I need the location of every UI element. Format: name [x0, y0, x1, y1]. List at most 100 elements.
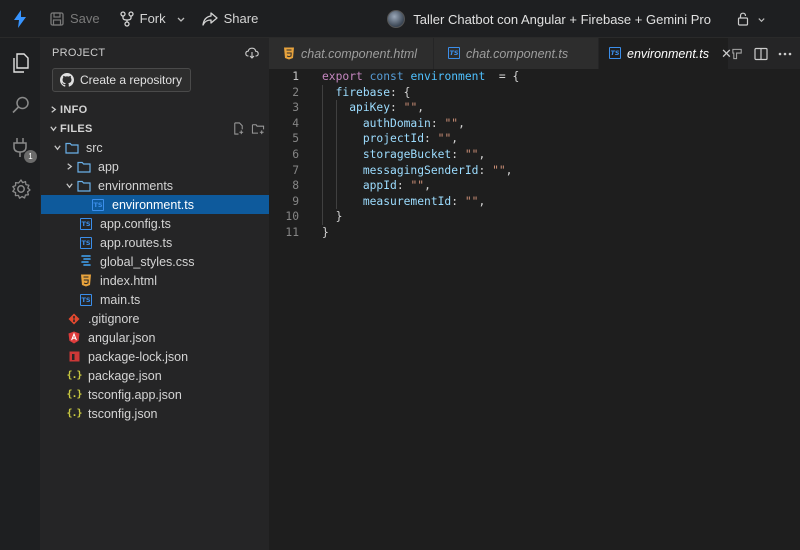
string-literal: "" [403, 101, 418, 115]
tree-item-label: tsconfig.app.json [88, 387, 182, 402]
folder-icon [76, 159, 92, 175]
tab-chat-component-html[interactable]: chat.component.html [269, 38, 434, 69]
npm-icon [66, 349, 82, 365]
tree-item-app[interactable]: app [41, 157, 269, 176]
property-name: appId [362, 179, 397, 193]
line-number: 3 [292, 101, 299, 115]
line-number: 9 [292, 194, 299, 208]
property-name: authDomain [362, 116, 431, 130]
stackblitz-logo-icon[interactable] [0, 0, 40, 38]
new-file-icon[interactable] [232, 122, 245, 135]
string-literal: "" [410, 179, 425, 193]
tab-chat-component-ts[interactable]: TS chat.component.ts [434, 38, 599, 69]
json-icon: {.} [66, 408, 82, 419]
tree-item-index-html[interactable]: index.html [41, 271, 269, 290]
string-literal: "" [464, 147, 479, 161]
split-editor-icon[interactable] [754, 47, 768, 61]
lock-icon[interactable] [737, 12, 749, 26]
info-section-header[interactable]: INFO [41, 100, 269, 119]
share-button[interactable]: Share [192, 0, 269, 38]
string-literal: "" [464, 194, 479, 208]
project-header: PROJECT [41, 38, 269, 68]
chevron-down-icon [177, 17, 185, 22]
chevron-right-icon [62, 162, 76, 171]
keyword: export [322, 70, 363, 83]
chevron-down-icon [46, 124, 60, 133]
line-number: 1 [292, 70, 299, 83]
tree-item-tsconfig-app-json[interactable]: {.} tsconfig.app.json [41, 385, 269, 404]
avatar[interactable] [387, 10, 406, 28]
tree-item-main-ts[interactable]: TS main.ts [41, 290, 269, 309]
save-button[interactable]: Save [40, 0, 110, 38]
typescript-icon: TS [448, 47, 460, 59]
tree-item-package-json[interactable]: {.} package.json [41, 366, 269, 385]
tree-item-gitignore[interactable]: .gitignore [41, 309, 269, 328]
punctuation: { [403, 85, 411, 99]
typescript-icon: TS [92, 198, 104, 211]
code-line: 3 apiKey: "", [269, 100, 800, 116]
chevron-down-icon [62, 181, 76, 190]
tree-item-angular-json[interactable]: angular.json [41, 328, 269, 347]
files-section-header[interactable]: FILES [41, 119, 269, 138]
top-bar: Save Fork Share Taller Chatbot con Angul… [0, 0, 800, 38]
extensions-button[interactable]: 1 [0, 126, 41, 168]
chevron-down-icon[interactable] [757, 15, 766, 24]
new-folder-icon[interactable] [251, 122, 265, 135]
fork-options-dropdown[interactable] [170, 0, 192, 38]
tree-item-app-routes-ts[interactable]: TS app.routes.ts [41, 233, 269, 252]
chevron-down-icon [50, 143, 64, 152]
fork-label: Fork [139, 11, 166, 26]
explorer-button[interactable] [0, 42, 41, 84]
code-editor[interactable]: 1 export const environment = { 2 firebas… [269, 69, 800, 550]
punctuation: : [478, 163, 486, 177]
create-repository-button[interactable]: Create a repository [52, 68, 191, 92]
punctuation: , [424, 179, 431, 193]
share-label: Share [223, 11, 259, 26]
tree-item-global-styles-css[interactable]: global_styles.css [41, 252, 269, 271]
punctuation: : [430, 116, 438, 130]
files-icon [12, 53, 29, 73]
tab-environment-ts[interactable]: TS environment.ts ✕ [599, 38, 732, 69]
json-icon: {.} [66, 370, 82, 381]
gear-icon [11, 179, 31, 199]
more-actions-icon[interactable] [778, 52, 792, 56]
tree-item-label: angular.json [88, 330, 156, 345]
code-line: 11 } [269, 225, 800, 241]
code-line: 9 measurementId: "", [269, 193, 800, 210]
search-button[interactable] [0, 84, 41, 126]
tree-item-environment-ts[interactable]: TS environment.ts [41, 195, 269, 214]
cloud-download-icon[interactable] [245, 47, 259, 59]
property-name: measurementId [362, 194, 452, 208]
project-header-label: PROJECT [52, 47, 106, 59]
line-number: 11 [285, 225, 299, 239]
line-number: 10 [285, 210, 299, 224]
fork-button[interactable]: Fork [110, 0, 170, 38]
punctuation: } [335, 210, 343, 224]
string-literal: "" [437, 132, 452, 146]
tree-item-tsconfig-json[interactable]: {.} tsconfig.json [41, 404, 269, 423]
variable-name: environment [410, 70, 486, 83]
editor-actions [731, 38, 800, 69]
tree-item-environments[interactable]: environments [41, 176, 269, 195]
punctuation: , [458, 116, 465, 130]
save-label: Save [70, 11, 100, 26]
punctuation: : [390, 85, 397, 99]
code-line: 5 projectId: "", [269, 131, 800, 147]
folder-icon [76, 178, 92, 194]
settings-button[interactable] [0, 168, 41, 210]
project-title: Taller Chatbot con Angular + Firebase + … [413, 11, 711, 27]
tab-label: chat.component.html [301, 46, 418, 61]
property-name: storageBucket [362, 147, 452, 161]
punctuation: } [322, 225, 329, 239]
format-icon[interactable] [731, 47, 744, 61]
css-icon [78, 254, 94, 270]
tree-item-label: app.config.ts [100, 216, 171, 231]
tree-item-package-lock-json[interactable]: package-lock.json [41, 347, 269, 366]
punctuation: , [417, 101, 425, 115]
file-tree: src app environments TS environment.ts TS app.… [41, 138, 269, 423]
code-line: 10 } [269, 209, 800, 225]
tree-item-label: package-lock.json [88, 349, 189, 364]
project-title-area[interactable]: Taller Chatbot con Angular + Firebase + … [387, 0, 766, 38]
tree-item-app-config-ts[interactable]: TS app.config.ts [41, 214, 269, 233]
tree-item-src[interactable]: src [41, 138, 269, 157]
